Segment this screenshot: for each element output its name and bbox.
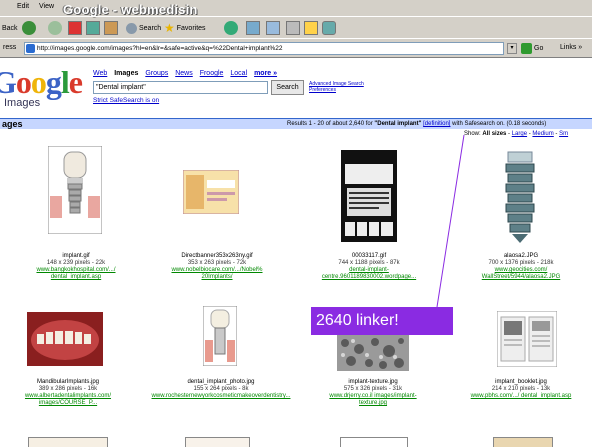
tab-local[interactable]: Local [230,70,247,77]
image-thumb-texture[interactable] [337,335,409,371]
size-filter: Show: All sizes - Large - Medium - Sm [464,131,569,137]
refresh-icon [86,21,100,35]
forward-button[interactable] [48,20,62,36]
mail-icon [266,21,280,35]
search-toolbar-button[interactable]: Search [126,20,161,36]
show-label: Show: [464,131,481,137]
go-button[interactable]: Go [521,42,543,55]
address-input[interactable]: http://images.google.com/images?hl=en&lr… [24,42,504,55]
image-caption: Directbanner353x263ny.gif 353 x 263 pixe… [171,253,263,280]
logo-subtitle: Images [4,97,41,109]
magnifier-icon [126,22,137,34]
tab-froogle[interactable]: Froogle [200,70,224,77]
image-caption: implant.gif 148 x 239 pixels - 22k www.b… [36,253,116,280]
tab-more[interactable]: more » [254,70,277,77]
image-caption: 00033117.gif 744 x 1188 pixels - 87k den… [321,253,417,280]
home-icon [104,21,118,35]
menu-view[interactable]: View [39,3,54,10]
results-summary: Results 1 - 20 of about 2,640 for "Denta… [287,121,546,127]
print-icon [286,21,300,35]
show-medium-link[interactable]: Medium [532,131,553,137]
address-label: ress [3,44,17,51]
image-thumb-directbanner[interactable] [183,170,239,214]
links-button[interactable]: Links » [560,44,582,51]
star-icon: ★ [164,21,175,35]
home-button[interactable] [104,20,118,36]
page-icon [26,44,35,53]
results-suffix: with Safesearch on. (0.18 seconds) [452,121,547,127]
image-caption: implant_booklet.jpg 214 x 210 pixels - 1… [470,379,572,399]
section-title: ages [2,119,23,129]
media-button[interactable] [224,20,238,36]
google-logo[interactable]: Google Images [0,64,86,110]
slide-title: Google - webmedisin [63,2,198,17]
image-caption: alaosa2.JPG 700 x 1376 pixels - 218k www… [481,253,561,280]
image-thumb-partial[interactable] [493,437,553,447]
forward-arrow-icon [48,21,62,35]
definition-link[interactable]: [definition] [423,121,450,127]
edit-page-button[interactable] [304,20,318,36]
image-thumb-partial[interactable] [28,437,108,447]
image-thumb-partial[interactable] [185,437,250,447]
image-thumb-screw[interactable] [500,150,540,244]
messenger-button[interactable] [322,20,336,36]
search-button[interactable]: Search [271,80,304,95]
print-button[interactable] [286,20,300,36]
go-label: Go [534,45,544,52]
refresh-button[interactable] [86,20,100,36]
favorites-button[interactable]: ★ Favorites [164,20,206,36]
image-thumb-dental-photo[interactable] [203,306,237,366]
back-button[interactable]: Back [2,20,36,36]
image-thumb-poster[interactable] [341,150,397,242]
stop-button[interactable] [68,20,82,36]
go-arrow-icon [521,43,532,54]
results-prefix: Results 1 - 20 of about 2,640 for [287,121,373,127]
toolbar: Back Search ★ Favorites [0,16,592,38]
address-dropdown-button[interactable]: ▾ [507,43,517,54]
image-thumb-mandibular[interactable] [27,312,103,366]
history-icon [246,21,260,35]
links-label: Links [560,44,577,51]
tab-web[interactable]: Web [93,70,107,77]
back-arrow-icon [21,21,36,35]
media-icon [224,21,238,35]
google-logo-text: Google [0,64,83,100]
search-tabs: Web Images Groups News Froogle Local mor… [93,70,282,77]
menu-edit[interactable]: Edit [17,3,29,10]
safesearch-link[interactable]: Strict SafeSearch is on [93,97,159,104]
image-caption: dental_implant_photo.jpg 155 x 264 pixel… [151,379,291,399]
tab-images: Images [114,70,139,77]
mail-button[interactable] [266,20,280,36]
messenger-icon [322,21,336,35]
annotation-callout: 2640 linker! [311,307,453,335]
show-all-sizes: All sizes [482,131,507,137]
tab-news[interactable]: News [175,70,193,77]
image-caption: MandibularImplants.jpg 389 x 286 pixels … [24,379,112,406]
advanced-links: Advanced Image Search Preferences [309,81,364,93]
results-query: "Dental implant" [374,121,422,127]
search-input[interactable]: "Dental implant" [93,81,268,94]
history-button[interactable] [246,20,260,36]
address-bar: ress http://images.google.com/images?hl=… [0,38,592,57]
back-label: Back [2,24,18,32]
favorites-label: Favorites [176,24,206,32]
search-toolbar-label: Search [139,24,162,32]
show-small-link[interactable]: Sm [559,131,568,137]
tab-groups[interactable]: Groups [145,70,168,77]
edit-page-icon [304,21,318,35]
results-bar: ages Results 1 - 20 of about 2,640 for "… [0,118,592,129]
image-thumb-implant[interactable] [48,146,102,234]
preferences-link[interactable]: Preferences [309,87,364,93]
image-thumb-booklet[interactable] [497,311,557,367]
image-thumb-partial[interactable] [340,437,408,447]
show-large-link[interactable]: Large [512,131,527,137]
stop-icon [68,21,82,35]
image-caption: implant-texture.jpg 575 x 326 pixels - 3… [329,379,417,406]
browser-chrome: Edit View Google - webmedisin Back Searc… [0,0,592,58]
